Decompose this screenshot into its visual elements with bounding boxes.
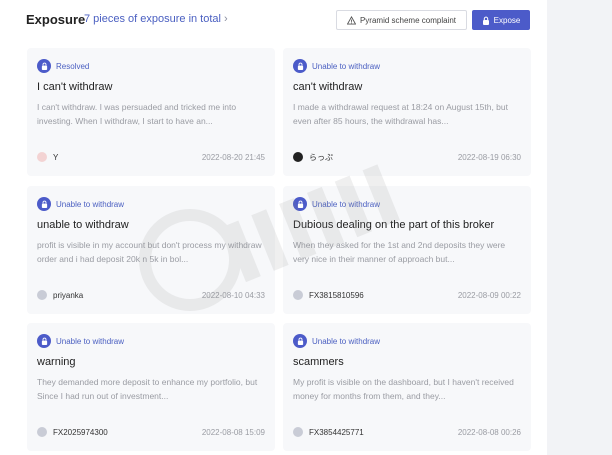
card-footer: priyanka 2022-08-10 04:33	[37, 288, 265, 302]
card-footer: Y 2022-08-20 21:45	[37, 150, 265, 164]
chevron-right-icon: ›	[223, 13, 228, 25]
card-footer: らっぷ 2022-08-19 06:30	[293, 150, 521, 164]
exposure-panel: Exposure 7 pieces of exposure in total › …	[0, 0, 547, 455]
expose-label: Expose	[493, 15, 521, 25]
card-body: I can't withdraw. I was persuaded and tr…	[37, 102, 237, 126]
exposure-card[interactable]: Unable to withdraw Dubious dealing on th…	[283, 186, 531, 314]
status-badge: Resolved	[37, 58, 89, 74]
page-background	[547, 0, 612, 455]
card-title: unable to withdraw	[37, 219, 129, 231]
section-title: Exposure	[26, 12, 86, 27]
pyramid-complaint-label: Pyramid scheme complaint	[359, 15, 457, 25]
user-info: priyanka	[37, 290, 83, 300]
card-title: I can't withdraw	[37, 81, 113, 93]
exposure-card[interactable]: Unable to withdraw warning They demanded…	[27, 323, 275, 451]
status-badge: Unable to withdraw	[37, 333, 124, 349]
warning-triangle-icon	[346, 15, 356, 25]
username: FX3815810596	[309, 290, 364, 300]
status-label: Resolved	[56, 61, 90, 71]
exposure-count-text: 7 pieces of exposure in total	[84, 13, 221, 25]
card-body: I made a withdrawal request at 18:24 on …	[293, 102, 509, 126]
expose-button[interactable]: Expose	[472, 10, 530, 30]
username: FX3854425771	[309, 427, 364, 437]
timestamp: 2022-08-08 00:26	[457, 427, 521, 437]
card-body: When they asked for the 1st and 2nd depo…	[293, 240, 506, 264]
avatar	[293, 152, 303, 162]
card-body: They demanded more deposit to enhance my…	[37, 377, 258, 401]
user-info: らっぷ	[293, 152, 333, 163]
status-badge: Unable to withdraw	[37, 196, 124, 212]
exposure-card[interactable]: Unable to withdraw can't withdraw I made…	[283, 48, 531, 176]
card-title: scammers	[293, 356, 344, 368]
status-badge: Unable to withdraw	[293, 196, 380, 212]
card-footer: FX3854425771 2022-08-08 00:26	[293, 425, 521, 439]
lock-icon	[37, 334, 51, 348]
card-title: can't withdraw	[293, 81, 363, 93]
status-label: Unable to withdraw	[312, 336, 381, 346]
user-info: FX2025974300	[37, 427, 108, 437]
user-info: FX3815810596	[293, 290, 364, 300]
exposure-header: Exposure 7 pieces of exposure in total › …	[0, 0, 547, 40]
exposure-count-link[interactable]: 7 pieces of exposure in total ›	[84, 13, 228, 25]
card-body: profit is visible in my account but don'…	[37, 240, 262, 264]
timestamp: 2022-08-20 21:45	[201, 152, 265, 162]
username: FX2025974300	[53, 427, 108, 437]
timestamp: 2022-08-09 00:22	[457, 290, 521, 300]
avatar	[293, 290, 303, 300]
timestamp: 2022-08-08 15:09	[201, 427, 265, 437]
avatar	[293, 427, 303, 437]
avatar	[37, 427, 47, 437]
lock-icon	[482, 16, 489, 25]
card-body: My profit is visible on the dashboard, b…	[293, 377, 514, 401]
status-label: Unable to withdraw	[56, 199, 125, 209]
user-info: FX3854425771	[293, 427, 364, 437]
card-title: Dubious dealing on the part of this brok…	[293, 219, 495, 231]
exposure-card[interactable]: Unable to withdraw scammers My profit is…	[283, 323, 531, 451]
lock-icon	[37, 59, 51, 73]
status-label: Unable to withdraw	[56, 336, 125, 346]
avatar	[37, 290, 47, 300]
username: Y	[53, 152, 59, 162]
card-footer: FX2025974300 2022-08-08 15:09	[37, 425, 265, 439]
username: priyanka	[53, 290, 84, 300]
timestamp: 2022-08-19 06:30	[457, 152, 521, 162]
exposure-card[interactable]: Resolved I can't withdraw I can't withdr…	[27, 48, 275, 176]
status-label: Unable to withdraw	[312, 199, 381, 209]
status-badge: Unable to withdraw	[293, 333, 380, 349]
status-badge: Unable to withdraw	[293, 58, 380, 74]
pyramid-complaint-button[interactable]: Pyramid scheme complaint	[336, 10, 467, 30]
user-info: Y	[37, 152, 58, 162]
timestamp: 2022-08-10 04:33	[201, 290, 265, 300]
username: らっぷ	[309, 152, 333, 162]
lock-icon	[293, 59, 307, 73]
lock-icon	[293, 334, 307, 348]
exposure-card[interactable]: Unable to withdraw unable to withdraw pr…	[27, 186, 275, 314]
avatar	[37, 152, 47, 162]
lock-icon	[293, 197, 307, 211]
card-title: warning	[37, 356, 76, 368]
status-label: Unable to withdraw	[312, 61, 381, 71]
lock-icon	[37, 197, 51, 211]
card-footer: FX3815810596 2022-08-09 00:22	[293, 288, 521, 302]
